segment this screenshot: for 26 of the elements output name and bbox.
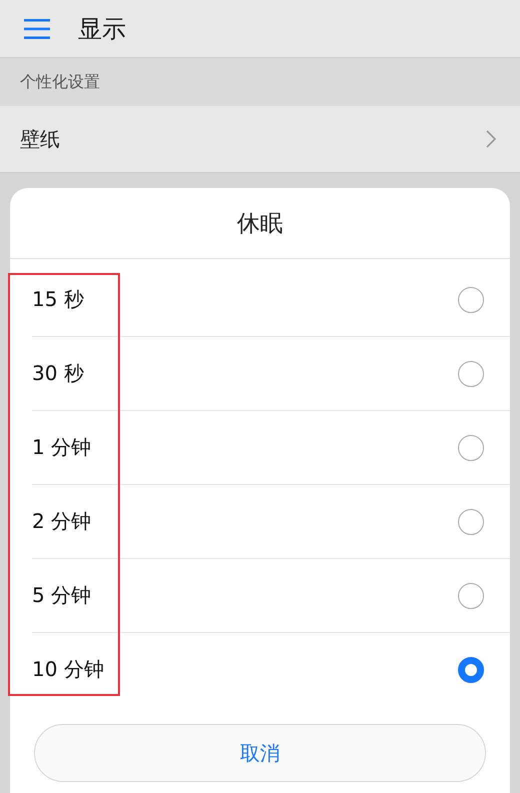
- option-row[interactable]: 30 秒: [32, 337, 510, 411]
- option-label: 30 秒: [32, 360, 84, 387]
- option-label: 2 分钟: [32, 508, 92, 535]
- radio-button[interactable]: [458, 434, 484, 460]
- option-row[interactable]: 5 分钟: [32, 559, 510, 633]
- menu-icon[interactable]: [24, 18, 50, 38]
- option-label: 10 分钟: [32, 656, 104, 683]
- option-row[interactable]: 2 分钟: [32, 485, 510, 559]
- option-row[interactable]: 1 分钟: [32, 411, 510, 485]
- option-row[interactable]: 15 秒: [32, 263, 510, 337]
- section-title: 个性化设置: [20, 72, 100, 92]
- option-row[interactable]: 10 分钟: [32, 633, 510, 706]
- option-label: 1 分钟: [32, 434, 92, 461]
- settings-row[interactable]: 壁纸: [0, 106, 520, 173]
- chevron-icon: [486, 130, 496, 148]
- radio-button[interactable]: [458, 656, 484, 682]
- radio-button[interactable]: [458, 508, 484, 534]
- row-label: 壁纸: [20, 126, 60, 152]
- radio-button[interactable]: [458, 582, 484, 608]
- page-title: 显示: [78, 14, 126, 44]
- radio-button[interactable]: [458, 360, 484, 386]
- cancel-button[interactable]: 取消: [34, 724, 486, 782]
- option-label: 15 秒: [32, 286, 84, 313]
- option-label: 5 分钟: [32, 582, 92, 609]
- dialog-title: 休眠: [237, 210, 283, 238]
- radio-button[interactable]: [458, 286, 484, 312]
